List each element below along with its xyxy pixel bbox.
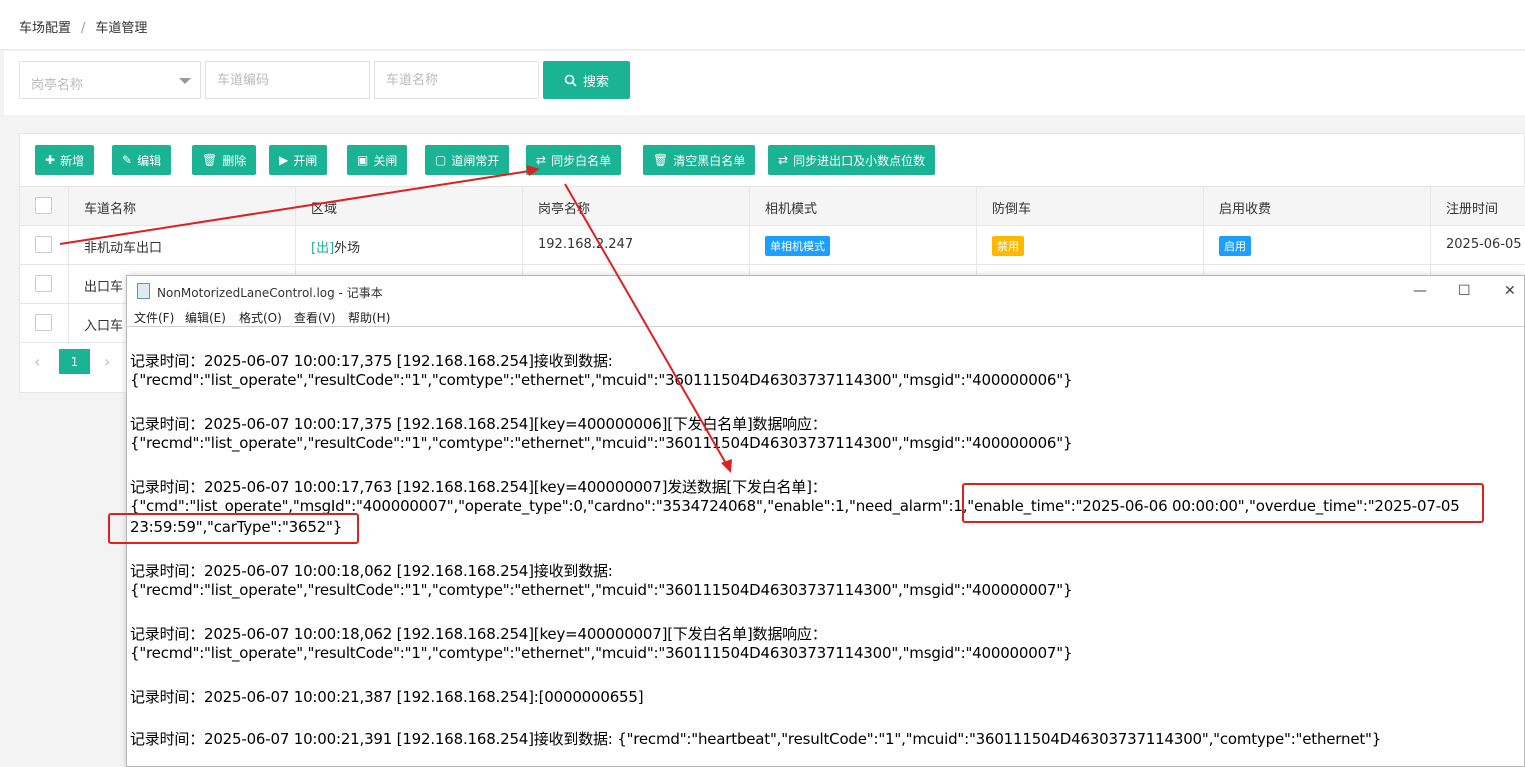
row-checkbox[interactable] (35, 275, 52, 292)
close-icon[interactable]: ✕ (1504, 283, 1516, 299)
row-checkbox[interactable] (35, 314, 52, 331)
log-line: 记录时间：2025-06-07 10:00:21,387 [192.168.16… (130, 688, 644, 706)
header-camera-mode[interactable]: 相机模式 (765, 198, 817, 217)
delete-button[interactable]: 🗑 删除 (192, 145, 257, 175)
notepad-menubar: 文件(F) 编辑(E) 格式(O) 查看(V) 帮助(H) (127, 306, 1524, 326)
breadcrumb-parking-config[interactable]: 车场配置 (19, 21, 71, 36)
menu-edit[interactable]: 编辑(E) (185, 309, 226, 326)
log-line: 记录时间：2025-06-07 10:00:21,391 [192.168.16… (130, 730, 1382, 748)
log-line: {"recmd":"list_operate","resultCode":"1"… (130, 371, 1073, 389)
delete-button-label: 删除 (222, 153, 247, 168)
log-line: 记录时间：2025-06-07 10:00:18,062 [192.168.16… (130, 625, 827, 643)
cell-register-time: 2025-06-05 (1446, 237, 1522, 252)
cell-enable-charge: 启用 (1219, 236, 1251, 256)
cell-booth-name: 192.168.2.247 (538, 237, 634, 252)
edit-button-label: 编辑 (137, 153, 162, 168)
search-button-label: 搜索 (582, 74, 609, 90)
charge-badge: 启用 (1219, 236, 1251, 256)
clear-blackwhite-button[interactable]: 🗑 清空黑白名单 (643, 145, 756, 175)
close-gate-button-label: 关闸 (373, 153, 398, 168)
header-anti-reverse[interactable]: 防倒车 (992, 198, 1031, 217)
header-enable-charge[interactable]: 启用收费 (1219, 198, 1271, 217)
add-button-label: 新增 (60, 153, 85, 168)
notepad-icon (137, 283, 150, 299)
chevron-left-icon[interactable]: ‹ (34, 352, 40, 371)
header-lane-name[interactable]: 车道名称 (84, 198, 136, 217)
breadcrumb-separator: / (81, 21, 86, 36)
lane-code-input[interactable] (205, 61, 370, 99)
gate-always-open-button-label: 道闸常开 (451, 153, 500, 168)
log-line: 记录时间：2025-06-07 10:00:17,375 [192.168.16… (130, 352, 613, 370)
stop-icon: ▣ (357, 153, 369, 167)
notepad-title: NonMotorizedLaneControl.log - 记事本 (157, 286, 383, 300)
column-divider (68, 186, 69, 344)
log-line: {"recmd":"list_operate","resultCode":"1"… (130, 581, 1073, 599)
sync-decimal-button[interactable]: ⇄ 同步进出口及小数点位数 (768, 145, 936, 175)
plus-icon: ✚ (45, 153, 56, 167)
search-icon (564, 74, 577, 87)
cell-area: [出]外场 (311, 237, 360, 256)
row-checkbox[interactable] (35, 236, 52, 253)
close-gate-button[interactable]: ▣ 关闸 (347, 145, 408, 175)
log-line: {"recmd":"list_operate","resultCode":"1"… (130, 434, 1073, 452)
cell-anti-reverse: 禁用 (992, 236, 1024, 256)
dropdown-caret-icon (179, 78, 191, 84)
breadcrumb-bar: 车场配置 / 车道管理 (0, 0, 1525, 50)
highlight-overdue-time-box (108, 513, 359, 544)
cell-lane-name: 出口车 (84, 280, 124, 295)
menu-help[interactable]: 帮助(H) (348, 309, 390, 326)
edit-icon: ✎ (122, 153, 133, 167)
maximize-icon[interactable]: ☐ (1458, 283, 1471, 299)
booth-select-placeholder: 岗亭名称 (31, 78, 84, 93)
open-gate-button[interactable]: ▶ 开闸 (269, 145, 328, 175)
breadcrumb: 车场配置 / 车道管理 (19, 17, 147, 36)
menu-view[interactable]: 查看(V) (294, 309, 336, 326)
anti-reverse-badge: 禁用 (992, 236, 1024, 256)
breadcrumb-lane-management[interactable]: 车道管理 (95, 21, 147, 36)
area-direction-tag: [出] (311, 241, 335, 256)
play-icon: ▶ (279, 153, 289, 167)
add-button[interactable]: ✚ 新增 (35, 145, 95, 175)
notepad-text-area[interactable]: 记录时间：2025-06-07 10:00:17,375 [192.168.16… (127, 326, 1524, 767)
area-name: 外场 (334, 241, 361, 256)
select-all-checkbox[interactable] (35, 197, 52, 214)
lane-name-input[interactable] (374, 61, 539, 99)
cell-lane-name: 非机动车出口 (84, 241, 163, 256)
log-line: 记录时间：2025-06-07 10:00:18,062 [192.168.16… (130, 562, 613, 580)
menu-format[interactable]: 格式(O) (239, 309, 282, 326)
open-gate-button-label: 开闸 (293, 153, 318, 168)
clear-blackwhite-button-label: 清空黑白名单 (673, 153, 746, 168)
trash-icon: 🗑 (653, 153, 669, 167)
square-icon: ▢ (435, 153, 447, 167)
edit-button[interactable]: ✎ 编辑 (112, 145, 172, 175)
gate-always-open-button[interactable]: ▢ 道闸常开 (425, 145, 510, 175)
search-button[interactable]: 搜索 (543, 61, 630, 99)
log-line: {"recmd":"list_operate","resultCode":"1"… (130, 644, 1073, 662)
page-1-button[interactable]: 1 (59, 349, 90, 374)
sync-icon: ⇄ (778, 153, 789, 167)
cell-lane-name: 入口车 (84, 319, 124, 334)
minimize-icon[interactable]: — (1413, 283, 1427, 299)
log-line: 记录时间：2025-06-07 10:00:17,763 [192.168.16… (130, 478, 827, 496)
header-area[interactable]: 区域 (311, 198, 337, 217)
notepad-titlebar[interactable]: NonMotorizedLaneControl.log - 记事本 — ☐ ✕ (127, 276, 1524, 306)
camera-mode-badge: 单相机模式 (765, 236, 830, 256)
log-line: 记录时间：2025-06-07 10:00:17,375 [192.168.16… (130, 415, 827, 433)
booth-select[interactable]: 岗亭名称 (19, 61, 201, 99)
sync-whitelist-button[interactable]: ⇄ 同步白名单 (526, 145, 622, 175)
menu-file[interactable]: 文件(F) (134, 309, 174, 326)
sync-whitelist-button-label: 同步白名单 (551, 153, 612, 168)
header-register-time[interactable]: 注册时间 (1446, 198, 1498, 217)
sync-icon: ⇄ (536, 153, 547, 167)
header-booth-name[interactable]: 岗亭名称 (538, 198, 590, 217)
trash-icon: 🗑 (202, 153, 218, 167)
cell-camera-mode: 单相机模式 (765, 236, 830, 256)
chevron-right-icon[interactable]: › (104, 352, 110, 371)
sync-decimal-button-label: 同步进出口及小数点位数 (793, 153, 926, 168)
highlight-enable-time-box (962, 483, 1484, 523)
